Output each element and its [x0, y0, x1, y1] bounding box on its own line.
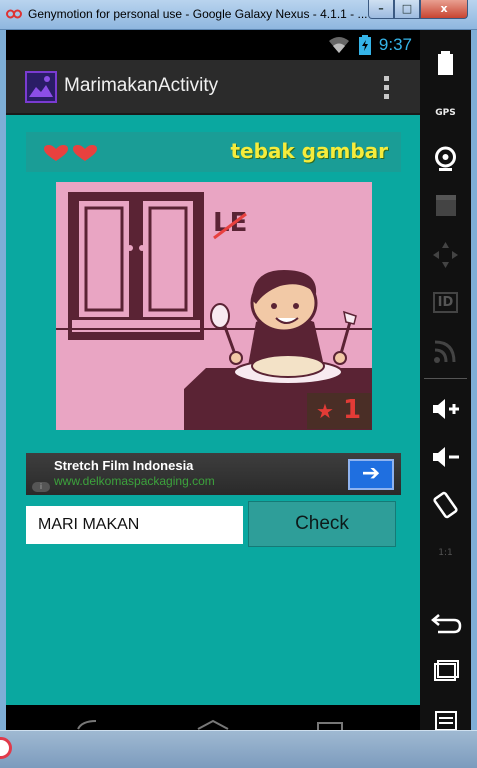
back-icon[interactable] [76, 719, 100, 730]
scale-icon[interactable]: 1:1 [420, 538, 471, 568]
answer-input[interactable] [26, 506, 243, 544]
rotate-icon[interactable] [420, 490, 471, 520]
recent-apps-icon[interactable] [316, 721, 344, 730]
score-badge: ★ 1 [307, 393, 371, 429]
webcam-icon[interactable] [420, 144, 471, 174]
home-icon[interactable] [196, 719, 230, 730]
ad-banner[interactable]: i Stretch Film Indonesia www.delkomaspac… [26, 453, 401, 495]
wifi-icon [329, 37, 349, 53]
genymotion-logo-icon [6, 9, 22, 19]
navigation-bar [6, 705, 420, 730]
recent-apps-icon[interactable] [420, 658, 471, 688]
volume-up-icon[interactable] [420, 394, 471, 424]
volume-down-icon[interactable] [420, 442, 471, 472]
battery-charging-icon [359, 35, 371, 55]
app-icon[interactable] [25, 71, 57, 103]
status-time: 9:37 [378, 35, 412, 54]
window-title: Genymotion for personal use - Google Gal… [28, 7, 368, 21]
activity-title: MarimakanActivity [64, 75, 219, 96]
heart-icon [73, 145, 97, 161]
emulator-control-panel: GPS ID 1:1 [420, 30, 471, 730]
screencast-icon[interactable] [420, 192, 471, 222]
panel-divider [424, 378, 467, 379]
gps-icon[interactable]: GPS [420, 98, 471, 128]
rss-icon[interactable] [420, 336, 471, 366]
dpad-icon[interactable] [420, 240, 471, 270]
ad-url[interactable]: www.delkomaspackaging.com [54, 474, 215, 488]
close-button[interactable]: x [420, 0, 468, 19]
maximize-button[interactable]: □ [394, 0, 420, 19]
status-bar: 9:37 [6, 30, 420, 60]
taskbar-app-icon[interactable] [0, 737, 12, 759]
strike-mark [213, 212, 247, 240]
score-value: 1 [343, 395, 362, 425]
battery-icon[interactable] [420, 48, 471, 78]
device-id-icon[interactable]: ID [420, 288, 471, 318]
image-icon [29, 76, 53, 97]
window-title-bar[interactable]: Genymotion for personal use - Google Gal… [0, 0, 477, 30]
heart-icon [44, 145, 68, 161]
menu-icon[interactable] [420, 706, 471, 730]
emulator-window: Genymotion for personal use - Google Gal… [0, 0, 477, 768]
overflow-menu-icon[interactable] [384, 76, 390, 100]
minimize-button[interactable]: – [368, 0, 394, 19]
check-button[interactable]: Check [248, 501, 396, 547]
game-banner: tebak gambar [26, 132, 401, 172]
game-title: tebak gambar [230, 139, 388, 163]
action-bar: MarimakanActivity [6, 60, 420, 115]
ad-title[interactable]: Stretch Film Indonesia [54, 458, 193, 473]
device-id-label: ID [432, 292, 459, 313]
back-icon[interactable] [420, 610, 471, 640]
ad-arrow-icon[interactable]: ➔ [348, 459, 394, 490]
star-icon: ★ [316, 399, 334, 423]
taskbar [0, 730, 477, 768]
ad-info-icon[interactable]: i [32, 482, 50, 492]
